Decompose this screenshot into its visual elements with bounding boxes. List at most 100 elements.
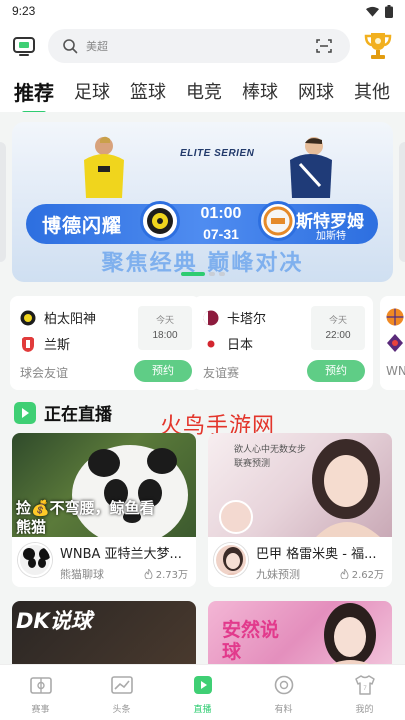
live-stream-card[interactable]: 捡💰不弯腰，鲸鱼看熊猫 WNBA 亚特兰大梦... 熊猫聊球 2.73万 (12, 433, 196, 587)
away-team-name: 兰斯 (44, 338, 71, 353)
stream-thumbnail: 欲人心中无数女步 联赛预测 (208, 433, 392, 537)
team-crest-icon (22, 336, 34, 352)
viewer-count-value: 2.73万 (155, 570, 188, 581)
battery-icon (385, 5, 393, 18)
league-name: 友谊赛 (203, 366, 240, 380)
qatar-flag-icon (203, 310, 219, 325)
avatar[interactable] (214, 543, 248, 577)
nav-label: 有料 (274, 705, 293, 715)
player-left-figure (84, 136, 124, 198)
live-play-icon (14, 401, 36, 424)
flame-icon (340, 568, 349, 579)
tab-football[interactable]: 足球 (74, 78, 110, 104)
banner-slide[interactable]: ELITE SERIEN 博德闪耀 01:00 07-31 斯特罗姆 加斯特 聚… (12, 122, 393, 282)
status-icons (366, 5, 393, 18)
match-card[interactable]: 卡塔尔 日本 友谊赛 今天 22:00 预约 (193, 296, 373, 390)
tab-other[interactable]: 其他 (354, 78, 390, 104)
chart-icon (110, 676, 133, 694)
match-day: 今天 (155, 316, 174, 326)
team-right-subname: 加斯特 (316, 231, 346, 242)
nav-label: 我的 (355, 705, 374, 715)
category-tabs: 推荐 足球 篮球 电竞 棒球 网球 其他 (0, 70, 405, 112)
match-time: 01:00 (200, 205, 242, 222)
live-stream-card[interactable]: DK说球 (12, 601, 196, 671)
thumbnail-caption: 捡💰不弯腰，鲸鱼看熊猫 (16, 499, 155, 536)
carousel-dot[interactable] (208, 272, 215, 276)
trophy-icon[interactable] (363, 30, 393, 62)
japan-flag-icon (203, 336, 219, 351)
carousel-dot-active[interactable] (180, 272, 205, 276)
stream-thumbnail: 捡💰不弯腰，鲸鱼看熊猫 (12, 433, 196, 537)
home-team-row: 卡塔尔 (203, 308, 266, 327)
carousel-indicator (12, 272, 393, 276)
match-day: 今天 (328, 316, 347, 326)
compass-icon (274, 675, 293, 695)
team-crest-icon (387, 334, 403, 352)
live-stream-card[interactable]: 欲人心中无数女步 联赛预测 巴甲 格雷米奥 - 福... 九妹预测 2.62万 (208, 433, 392, 587)
avatar[interactable] (18, 543, 52, 577)
banner-prev-peek (0, 142, 6, 262)
nav-live[interactable]: 直播 (162, 665, 243, 720)
tab-basketball[interactable]: 篮球 (130, 78, 166, 104)
match-date: 07-31 (203, 226, 239, 242)
tab-esports[interactable]: 电竞 (186, 78, 222, 104)
tv-icon[interactable] (12, 34, 36, 58)
section-title: 正在直播 (44, 405, 112, 425)
tab-tennis[interactable]: 网球 (298, 78, 334, 104)
reserve-button[interactable]: 预约 (307, 360, 365, 382)
search-icon (63, 39, 78, 54)
nav-label: 赛事 (31, 705, 50, 715)
scoreboard-icon (29, 677, 52, 694)
nav-profile[interactable]: 7 我的 (324, 665, 405, 720)
carousel-dot[interactable] (218, 272, 225, 276)
nav-headlines[interactable]: 头条 (81, 665, 162, 720)
streamer-name: 熊猫聊球 (60, 568, 104, 581)
app-screen: 9:23 美超 推荐 足球 篮球 电竞 棒球 网球 其他 ELITE SERIE… (0, 0, 405, 720)
thumbnail-caption: 欲人心中无数女步 联赛预测 (234, 445, 307, 469)
upcoming-matches: 柏太阳神 兰斯 球会友谊 今天 18:00 预约 卡塔尔 日本 友谊赛 今天 2… (0, 296, 405, 392)
viewer-count: 2.62万 (340, 566, 384, 581)
away-team-row: 日本 (203, 334, 253, 353)
stream-title: WNBA 亚特兰大梦... (60, 547, 182, 562)
stream-brand-tag: DK说球 (16, 609, 92, 633)
basketball-icon (386, 308, 404, 326)
wifi-icon (366, 6, 379, 17)
tab-recommend[interactable]: 推荐 (14, 77, 54, 112)
match-time-box: 今天 22:00 (311, 306, 365, 350)
viewer-count-value: 2.62万 (351, 570, 384, 581)
home-team-name: 卡塔尔 (227, 312, 267, 327)
stream-title: 巴甲 格雷米奥 - 福... (256, 547, 377, 562)
banner-carousel[interactable]: ELITE SERIEN 博德闪耀 01:00 07-31 斯特罗姆 加斯特 聚… (0, 122, 405, 288)
status-bar: 9:23 (0, 0, 405, 24)
away-team-row: 兰斯 (20, 334, 70, 353)
nav-events[interactable]: 赛事 (0, 665, 81, 720)
live-stream-card[interactable]: 安然说球 (208, 601, 392, 671)
match-card[interactable]: WNBA (380, 296, 405, 390)
match-scorebar: 博德闪耀 01:00 07-31 斯特罗姆 加斯特 (26, 201, 378, 244)
match-time: 18:00 (152, 330, 178, 341)
viewer-count: 2.73万 (144, 566, 188, 581)
banner-next-peek (399, 142, 405, 262)
streamer-name: 九妹预测 (256, 568, 300, 581)
home-team-name: 柏太阳神 (44, 312, 97, 327)
team-right-badge-icon (258, 201, 298, 241)
league-logo-text: ELITE SERIEN (180, 148, 255, 159)
tab-baseball[interactable]: 棒球 (242, 78, 278, 104)
stream-brand-tag: 安然说球 (222, 619, 280, 663)
flame-icon (144, 568, 153, 579)
top-header: 美超 (0, 24, 405, 70)
team-crest-icon (20, 310, 36, 325)
search-placeholder: 美超 (86, 40, 108, 53)
reserve-button[interactable]: 预约 (134, 360, 192, 382)
bottom-navigation: 赛事 头条 直播 有料 7 我的 (0, 664, 405, 720)
jersey-icon: 7 (354, 675, 375, 695)
league-name: 球会友谊 (20, 366, 69, 380)
live-section-header: 正在直播 (14, 400, 112, 425)
match-time-box: 今天 18:00 (138, 306, 192, 350)
match-card[interactable]: 柏太阳神 兰斯 球会友谊 今天 18:00 预约 (10, 296, 200, 390)
search-bar[interactable]: 美超 (48, 29, 350, 63)
scan-icon[interactable] (316, 38, 332, 54)
live-play-icon (193, 676, 212, 694)
nav-insights[interactable]: 有料 (243, 665, 324, 720)
player-right-figure (290, 137, 332, 198)
